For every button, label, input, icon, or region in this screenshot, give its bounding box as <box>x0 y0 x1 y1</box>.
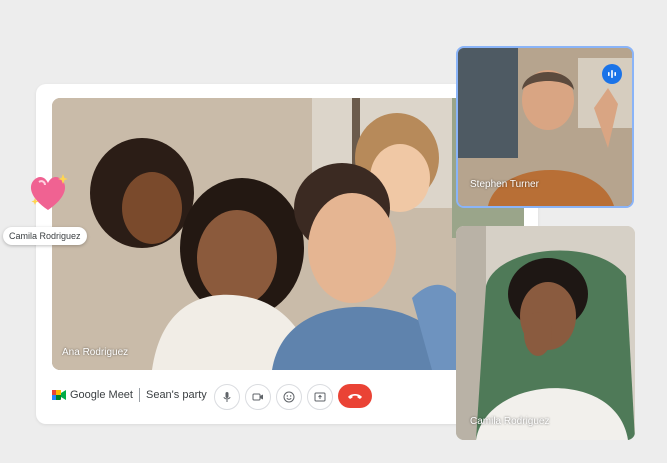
meet-brand: Google Meet Sean's party <box>52 388 207 402</box>
camila-photo <box>456 226 635 440</box>
participant-tile-stephen[interactable]: Stephen Turner <box>456 46 634 208</box>
audio-wave-icon <box>608 70 616 78</box>
end-call-button[interactable] <box>338 384 372 408</box>
speaking-indicator <box>602 64 622 84</box>
camera-icon <box>252 393 263 401</box>
emoji-icon <box>283 391 295 403</box>
microphone-button[interactable] <box>214 384 240 410</box>
stephen-name: Stephen Turner <box>470 179 539 190</box>
family-photo <box>52 98 524 370</box>
camera-button[interactable] <box>245 384 271 410</box>
sparkling-heart-icon <box>30 174 68 210</box>
present-icon <box>314 392 326 402</box>
call-controls: Google Meet Sean's party <box>52 384 524 412</box>
brand-divider <box>138 388 140 402</box>
main-participant-name: Ana Rodriguez <box>62 347 129 358</box>
google-meet-logo-icon <box>52 390 66 400</box>
reaction-sender-name: Camila Rodriguez <box>3 227 87 245</box>
participant-tile-camila[interactable]: Camila Rodriguez <box>456 226 635 440</box>
mic-icon <box>223 392 231 402</box>
app-name: Google Meet <box>70 389 133 401</box>
reaction-bubble <box>26 172 70 219</box>
camila-name: Camila Rodriguez <box>470 416 550 427</box>
main-video[interactable]: Ana Rodriguez <box>52 98 524 370</box>
present-button[interactable] <box>307 384 333 410</box>
end-call-icon <box>348 394 362 399</box>
reactions-button[interactable] <box>276 384 302 410</box>
meeting-title: Sean's party <box>145 389 207 401</box>
